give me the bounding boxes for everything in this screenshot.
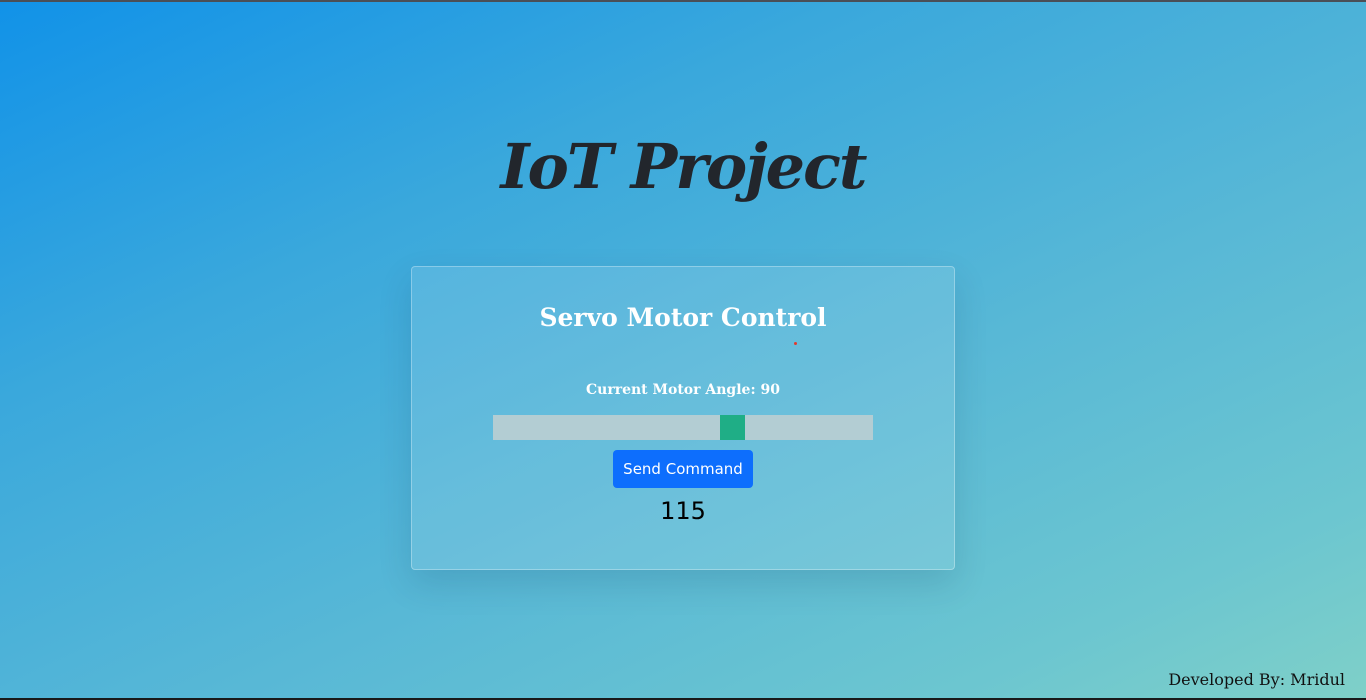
current-angle-label: Current Motor Angle: 90: [586, 382, 780, 398]
angle-slider[interactable]: [493, 415, 873, 440]
page-title: IoT Project: [500, 130, 868, 203]
angle-slider-thumb[interactable]: [720, 415, 745, 440]
card-title: Servo Motor Control: [539, 303, 827, 332]
servo-control-card: Servo Motor Control Current Motor Angle:…: [411, 266, 955, 570]
slider-value-display: 115: [660, 497, 706, 525]
footer-credit: Developed By: Mridul: [1168, 670, 1345, 689]
send-command-button[interactable]: Send Command: [613, 450, 753, 488]
window-top-border: [0, 0, 1366, 2]
status-dot: [794, 342, 797, 345]
